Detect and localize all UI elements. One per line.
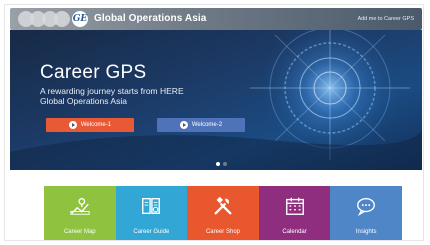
brand-decoration bbox=[18, 11, 70, 27]
play-circle-icon bbox=[68, 121, 77, 129]
tile-label: Career Shop bbox=[205, 229, 240, 235]
play-circle-icon bbox=[179, 121, 188, 129]
tile-label: Insights bbox=[355, 229, 377, 235]
feature-tiles: Career Map Career Guide Career Shop Cale… bbox=[44, 186, 402, 240]
ge-logo[interactable]: GE bbox=[72, 11, 88, 27]
tile-career-guide[interactable]: Career Guide bbox=[115, 186, 188, 240]
tile-calendar[interactable]: Calendar bbox=[258, 186, 331, 240]
welcome-2-button[interactable]: Welcome-2 bbox=[157, 118, 245, 132]
add-to-career-gps-link[interactable]: Add me to Career GPS bbox=[357, 16, 414, 22]
tile-career-map[interactable]: Career Map bbox=[44, 186, 116, 240]
welcome-1-button[interactable]: Welcome-1 bbox=[46, 118, 134, 132]
hero-subtitle-line1: A rewarding journey starts from HERE bbox=[40, 86, 184, 96]
carousel-dot-1[interactable] bbox=[216, 162, 220, 166]
carousel-indicator bbox=[216, 162, 227, 166]
hero-subtitle-line2: Global Operations Asia bbox=[40, 96, 127, 106]
hero-title: Career GPS bbox=[40, 62, 147, 83]
chat-icon bbox=[357, 197, 376, 217]
map-icon bbox=[70, 197, 90, 215]
carousel-dot-2[interactable] bbox=[223, 162, 227, 166]
tile-career-shop[interactable]: Career Shop bbox=[187, 186, 259, 240]
brand-title[interactable]: Global Operations Asia bbox=[94, 13, 206, 24]
tile-label: Career Map bbox=[63, 229, 96, 235]
top-bar: GE Global Operations Asia Add me to Care… bbox=[10, 8, 422, 30]
tile-insights[interactable]: Insights bbox=[330, 186, 402, 240]
calendar-icon bbox=[285, 197, 304, 215]
welcome-1-label: Welcome-1 bbox=[80, 122, 112, 128]
welcome-2-label: Welcome-2 bbox=[191, 122, 223, 128]
book-icon bbox=[142, 197, 161, 215]
hero-banner: Career GPS A rewarding journey starts fr… bbox=[10, 30, 422, 170]
tile-label: Calendar bbox=[282, 229, 307, 235]
tile-label: Career Guide bbox=[133, 229, 170, 235]
tools-icon bbox=[214, 196, 232, 215]
